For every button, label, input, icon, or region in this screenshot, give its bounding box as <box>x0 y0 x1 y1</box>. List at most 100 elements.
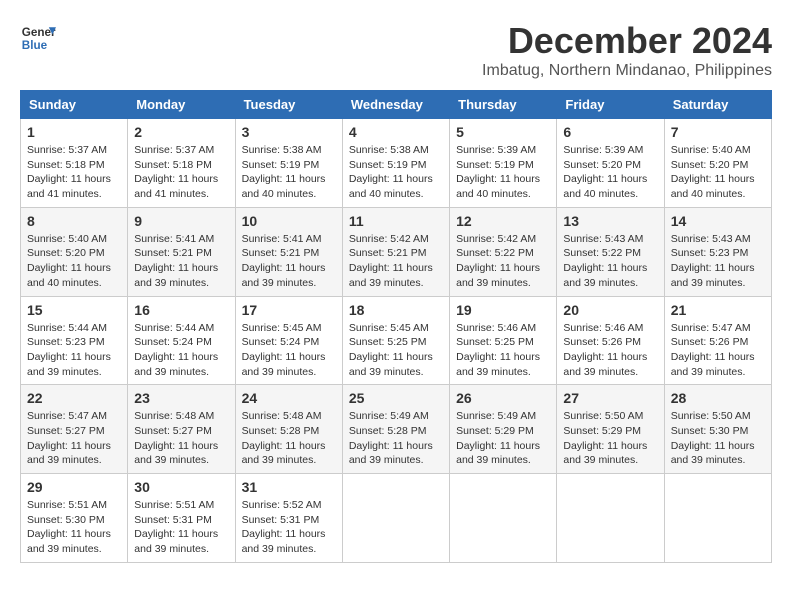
calendar-cell: 31 Sunrise: 5:52 AMSunset: 5:31 PMDaylig… <box>235 474 342 563</box>
calendar-cell: 7 Sunrise: 5:40 AMSunset: 5:20 PMDayligh… <box>664 119 771 208</box>
day-number: 16 <box>134 302 228 318</box>
day-info: Sunrise: 5:38 AMSunset: 5:19 PMDaylight:… <box>242 144 326 200</box>
day-info: Sunrise: 5:49 AMSunset: 5:28 PMDaylight:… <box>349 410 433 466</box>
calendar-cell: 21 Sunrise: 5:47 AMSunset: 5:26 PMDaylig… <box>664 296 771 385</box>
day-number: 20 <box>563 302 657 318</box>
calendar-cell: 23 Sunrise: 5:48 AMSunset: 5:27 PMDaylig… <box>128 385 235 474</box>
day-info: Sunrise: 5:41 AMSunset: 5:21 PMDaylight:… <box>242 233 326 289</box>
calendar-cell: 15 Sunrise: 5:44 AMSunset: 5:23 PMDaylig… <box>21 296 128 385</box>
day-info: Sunrise: 5:43 AMSunset: 5:23 PMDaylight:… <box>671 233 755 289</box>
svg-text:Blue: Blue <box>22 39 48 52</box>
logo: General Blue <box>20 20 56 56</box>
day-info: Sunrise: 5:38 AMSunset: 5:19 PMDaylight:… <box>349 144 433 200</box>
day-info: Sunrise: 5:37 AMSunset: 5:18 PMDaylight:… <box>134 144 218 200</box>
calendar-week-4: 22 Sunrise: 5:47 AMSunset: 5:27 PMDaylig… <box>21 385 772 474</box>
day-number: 24 <box>242 390 336 406</box>
calendar-cell: 14 Sunrise: 5:43 AMSunset: 5:23 PMDaylig… <box>664 207 771 296</box>
calendar-cell: 13 Sunrise: 5:43 AMSunset: 5:22 PMDaylig… <box>557 207 664 296</box>
day-info: Sunrise: 5:40 AMSunset: 5:20 PMDaylight:… <box>671 144 755 200</box>
day-number: 17 <box>242 302 336 318</box>
day-info: Sunrise: 5:51 AMSunset: 5:30 PMDaylight:… <box>27 499 111 555</box>
calendar-cell: 16 Sunrise: 5:44 AMSunset: 5:24 PMDaylig… <box>128 296 235 385</box>
day-number: 23 <box>134 390 228 406</box>
day-info: Sunrise: 5:42 AMSunset: 5:21 PMDaylight:… <box>349 233 433 289</box>
day-number: 15 <box>27 302 121 318</box>
header-sunday: Sunday <box>21 91 128 119</box>
calendar-cell: 22 Sunrise: 5:47 AMSunset: 5:27 PMDaylig… <box>21 385 128 474</box>
calendar-cell: 19 Sunrise: 5:46 AMSunset: 5:25 PMDaylig… <box>450 296 557 385</box>
day-info: Sunrise: 5:39 AMSunset: 5:19 PMDaylight:… <box>456 144 540 200</box>
day-number: 12 <box>456 213 550 229</box>
day-info: Sunrise: 5:52 AMSunset: 5:31 PMDaylight:… <box>242 499 326 555</box>
header-wednesday: Wednesday <box>342 91 449 119</box>
day-info: Sunrise: 5:45 AMSunset: 5:24 PMDaylight:… <box>242 322 326 378</box>
logo-icon: General Blue <box>20 20 56 56</box>
day-number: 18 <box>349 302 443 318</box>
calendar-cell: 27 Sunrise: 5:50 AMSunset: 5:29 PMDaylig… <box>557 385 664 474</box>
calendar-cell: 29 Sunrise: 5:51 AMSunset: 5:30 PMDaylig… <box>21 474 128 563</box>
day-info: Sunrise: 5:47 AMSunset: 5:27 PMDaylight:… <box>27 410 111 466</box>
day-info: Sunrise: 5:37 AMSunset: 5:18 PMDaylight:… <box>27 144 111 200</box>
calendar-cell <box>664 474 771 563</box>
day-number: 8 <box>27 213 121 229</box>
day-info: Sunrise: 5:40 AMSunset: 5:20 PMDaylight:… <box>27 233 111 289</box>
day-number: 31 <box>242 479 336 495</box>
day-number: 29 <box>27 479 121 495</box>
calendar-cell: 26 Sunrise: 5:49 AMSunset: 5:29 PMDaylig… <box>450 385 557 474</box>
month-title: December 2024 <box>482 20 772 62</box>
header-friday: Friday <box>557 91 664 119</box>
calendar-cell: 24 Sunrise: 5:48 AMSunset: 5:28 PMDaylig… <box>235 385 342 474</box>
day-info: Sunrise: 5:46 AMSunset: 5:25 PMDaylight:… <box>456 322 540 378</box>
day-number: 5 <box>456 124 550 140</box>
calendar-cell: 8 Sunrise: 5:40 AMSunset: 5:20 PMDayligh… <box>21 207 128 296</box>
day-number: 7 <box>671 124 765 140</box>
calendar-cell: 4 Sunrise: 5:38 AMSunset: 5:19 PMDayligh… <box>342 119 449 208</box>
day-number: 26 <box>456 390 550 406</box>
day-number: 14 <box>671 213 765 229</box>
calendar-cell: 30 Sunrise: 5:51 AMSunset: 5:31 PMDaylig… <box>128 474 235 563</box>
day-number: 13 <box>563 213 657 229</box>
calendar-cell: 1 Sunrise: 5:37 AMSunset: 5:18 PMDayligh… <box>21 119 128 208</box>
calendar-week-1: 1 Sunrise: 5:37 AMSunset: 5:18 PMDayligh… <box>21 119 772 208</box>
day-info: Sunrise: 5:47 AMSunset: 5:26 PMDaylight:… <box>671 322 755 378</box>
calendar-cell: 20 Sunrise: 5:46 AMSunset: 5:26 PMDaylig… <box>557 296 664 385</box>
day-number: 9 <box>134 213 228 229</box>
day-number: 3 <box>242 124 336 140</box>
calendar-cell: 18 Sunrise: 5:45 AMSunset: 5:25 PMDaylig… <box>342 296 449 385</box>
calendar-week-3: 15 Sunrise: 5:44 AMSunset: 5:23 PMDaylig… <box>21 296 772 385</box>
day-info: Sunrise: 5:44 AMSunset: 5:23 PMDaylight:… <box>27 322 111 378</box>
calendar-cell: 10 Sunrise: 5:41 AMSunset: 5:21 PMDaylig… <box>235 207 342 296</box>
day-number: 1 <box>27 124 121 140</box>
day-info: Sunrise: 5:46 AMSunset: 5:26 PMDaylight:… <box>563 322 647 378</box>
day-info: Sunrise: 5:45 AMSunset: 5:25 PMDaylight:… <box>349 322 433 378</box>
day-info: Sunrise: 5:48 AMSunset: 5:28 PMDaylight:… <box>242 410 326 466</box>
header: General Blue December 2024 Imbatug, Nort… <box>20 20 772 80</box>
calendar: SundayMondayTuesdayWednesdayThursdayFrid… <box>20 90 772 563</box>
calendar-cell: 6 Sunrise: 5:39 AMSunset: 5:20 PMDayligh… <box>557 119 664 208</box>
day-number: 27 <box>563 390 657 406</box>
header-tuesday: Tuesday <box>235 91 342 119</box>
calendar-cell: 3 Sunrise: 5:38 AMSunset: 5:19 PMDayligh… <box>235 119 342 208</box>
day-info: Sunrise: 5:39 AMSunset: 5:20 PMDaylight:… <box>563 144 647 200</box>
calendar-cell: 25 Sunrise: 5:49 AMSunset: 5:28 PMDaylig… <box>342 385 449 474</box>
calendar-cell: 5 Sunrise: 5:39 AMSunset: 5:19 PMDayligh… <box>450 119 557 208</box>
day-number: 19 <box>456 302 550 318</box>
day-info: Sunrise: 5:51 AMSunset: 5:31 PMDaylight:… <box>134 499 218 555</box>
calendar-week-5: 29 Sunrise: 5:51 AMSunset: 5:30 PMDaylig… <box>21 474 772 563</box>
calendar-header-row: SundayMondayTuesdayWednesdayThursdayFrid… <box>21 91 772 119</box>
calendar-cell: 11 Sunrise: 5:42 AMSunset: 5:21 PMDaylig… <box>342 207 449 296</box>
day-number: 28 <box>671 390 765 406</box>
calendar-cell: 2 Sunrise: 5:37 AMSunset: 5:18 PMDayligh… <box>128 119 235 208</box>
day-number: 10 <box>242 213 336 229</box>
calendar-cell: 17 Sunrise: 5:45 AMSunset: 5:24 PMDaylig… <box>235 296 342 385</box>
day-number: 30 <box>134 479 228 495</box>
calendar-cell <box>342 474 449 563</box>
calendar-cell <box>557 474 664 563</box>
day-number: 11 <box>349 213 443 229</box>
day-info: Sunrise: 5:50 AMSunset: 5:30 PMDaylight:… <box>671 410 755 466</box>
header-monday: Monday <box>128 91 235 119</box>
day-info: Sunrise: 5:49 AMSunset: 5:29 PMDaylight:… <box>456 410 540 466</box>
calendar-cell: 12 Sunrise: 5:42 AMSunset: 5:22 PMDaylig… <box>450 207 557 296</box>
day-info: Sunrise: 5:43 AMSunset: 5:22 PMDaylight:… <box>563 233 647 289</box>
title-area: December 2024 Imbatug, Northern Mindanao… <box>482 20 772 80</box>
